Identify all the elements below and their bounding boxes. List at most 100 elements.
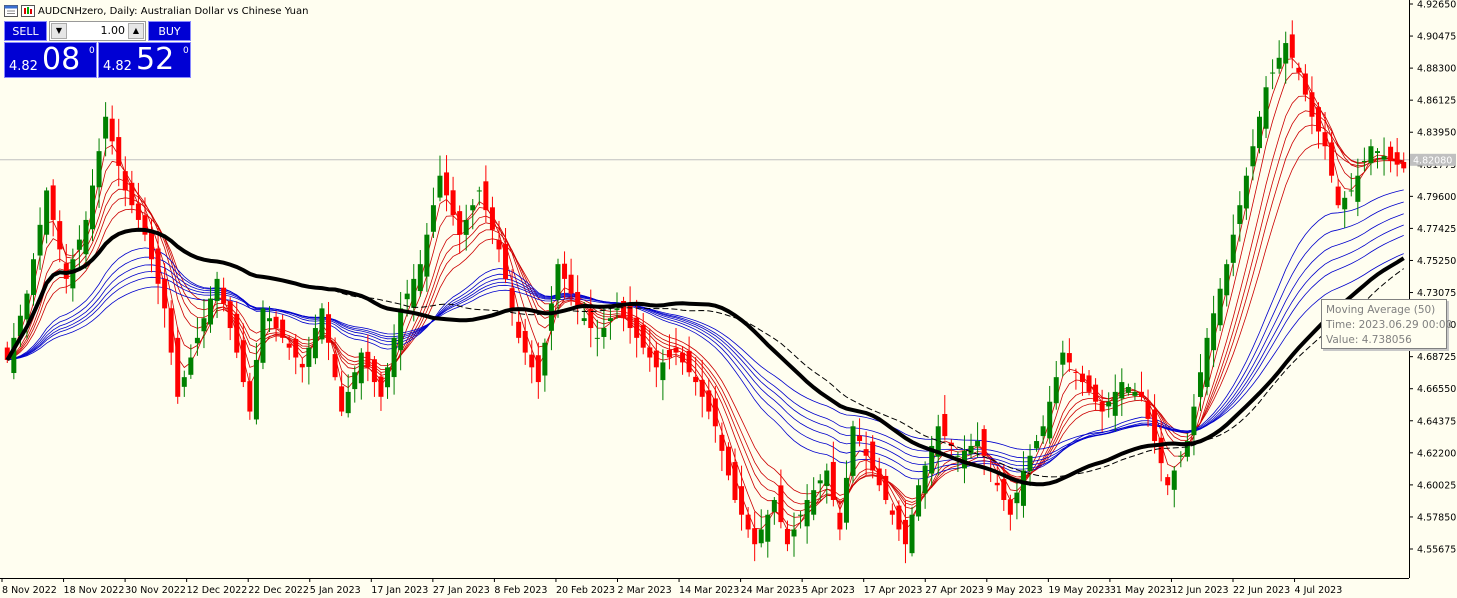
- y-tick-label: 4.64375: [1417, 416, 1456, 427]
- candle-body: [1027, 455, 1033, 472]
- candle: [535, 342, 541, 399]
- sell-price-prefix: 4.82: [9, 59, 38, 74]
- candle-body: [221, 287, 227, 304]
- candle-body: [542, 342, 548, 376]
- candle-body: [1093, 384, 1099, 402]
- candle-body: [562, 263, 568, 279]
- candle-body: [411, 278, 417, 308]
- candle-body: [732, 462, 738, 500]
- candle-body: [666, 350, 672, 358]
- candle: [103, 102, 109, 157]
- candle-body: [503, 243, 509, 279]
- candle-body: [1374, 151, 1380, 153]
- buy-price-quote[interactable]: 4.82 52 0: [98, 42, 191, 78]
- x-tick-label: 27 Apr 2023: [925, 585, 984, 596]
- candle: [1027, 444, 1033, 487]
- buy-price-prefix: 4.82: [103, 59, 132, 74]
- candle: [221, 277, 227, 312]
- y-tick-label: 4.75250: [1417, 256, 1456, 267]
- candle: [345, 374, 351, 418]
- candle: [935, 414, 941, 476]
- candle-body: [286, 343, 292, 348]
- candle-body: [444, 172, 450, 196]
- candle-body: [1165, 477, 1171, 486]
- buy-button[interactable]: BUY: [148, 21, 191, 41]
- candle-body: [24, 293, 30, 320]
- candle-chart-icon[interactable]: [21, 5, 35, 17]
- candle-body: [850, 426, 856, 476]
- candle-body: [371, 359, 377, 383]
- lot-size-input[interactable]: 1.00: [70, 24, 126, 37]
- candle: [1158, 420, 1164, 482]
- candle: [1335, 178, 1341, 209]
- candle-body: [332, 354, 338, 378]
- candle: [450, 176, 456, 226]
- candle: [725, 442, 731, 481]
- candle-body: [758, 529, 764, 544]
- x-tick-label: 2 Mar 2023: [618, 585, 672, 596]
- candle-body: [680, 352, 686, 363]
- candle: [489, 196, 495, 245]
- candle-body: [1394, 152, 1400, 165]
- candle-body: [745, 514, 751, 530]
- candle: [765, 509, 771, 558]
- candle-body: [57, 221, 63, 250]
- candle-body: [1342, 197, 1348, 210]
- increase-lot-button[interactable]: ▲: [128, 23, 144, 39]
- candle: [326, 301, 332, 361]
- candle-body: [1034, 441, 1040, 449]
- candle-body: [1230, 234, 1236, 263]
- candle: [916, 479, 922, 521]
- candle: [181, 370, 187, 397]
- candle: [260, 300, 266, 370]
- candle-body: [601, 328, 607, 337]
- candle-body: [712, 398, 718, 427]
- y-tick-label: 4.86125: [1417, 96, 1456, 107]
- sell-price-pips: 08: [42, 42, 81, 77]
- candle-body: [83, 219, 89, 255]
- candle: [811, 477, 817, 521]
- candle-body: [430, 205, 436, 232]
- candle-body: [260, 308, 266, 363]
- x-tick-label: 14 Mar 2023: [679, 585, 739, 596]
- sell-button[interactable]: SELL: [4, 21, 47, 41]
- candle-body: [1119, 382, 1125, 399]
- price-chart[interactable]: 4.926504.904754.883004.861254.839504.817…: [0, 0, 1457, 598]
- candle-body: [175, 337, 181, 397]
- sell-price-quote[interactable]: 4.82 08 0: [4, 42, 97, 78]
- candle: [1204, 328, 1210, 396]
- candle: [201, 298, 207, 349]
- y-tick-label: 4.79600: [1417, 192, 1456, 203]
- candle-body: [1237, 205, 1243, 224]
- candle-body: [1270, 72, 1276, 74]
- candle: [1217, 278, 1223, 332]
- candle-body: [404, 293, 410, 300]
- candle-body: [516, 321, 522, 338]
- lot-size-stepper[interactable]: ▼ 1.00 ▲: [49, 21, 146, 41]
- candle: [1047, 385, 1053, 444]
- candle: [1283, 31, 1289, 84]
- decrease-lot-button[interactable]: ▼: [51, 23, 67, 39]
- candle-body: [837, 512, 843, 530]
- candle: [37, 207, 43, 270]
- candle-body: [129, 182, 135, 206]
- candle: [516, 307, 522, 344]
- candle-body: [548, 303, 554, 331]
- candle-body: [1158, 437, 1164, 464]
- candle: [529, 340, 535, 384]
- chart-root[interactable]: 4.926504.904754.883004.861254.839504.817…: [0, 0, 1457, 598]
- y-tick-label: 4.73075: [1417, 288, 1456, 299]
- candle: [1224, 259, 1230, 307]
- candle-body: [1145, 400, 1151, 419]
- candle-body: [496, 239, 502, 250]
- candle-body: [1014, 492, 1020, 504]
- candle: [1086, 370, 1092, 396]
- chart-window-icon[interactable]: [4, 5, 18, 17]
- candle-body: [37, 224, 43, 256]
- candle-body: [1361, 160, 1367, 162]
- candle-body: [1099, 401, 1105, 412]
- y-tick-label: 4.57850: [1417, 512, 1456, 523]
- candle-body: [1073, 371, 1079, 373]
- tooltip-value: Value: 4.738056: [1326, 334, 1412, 346]
- candle: [1099, 389, 1105, 432]
